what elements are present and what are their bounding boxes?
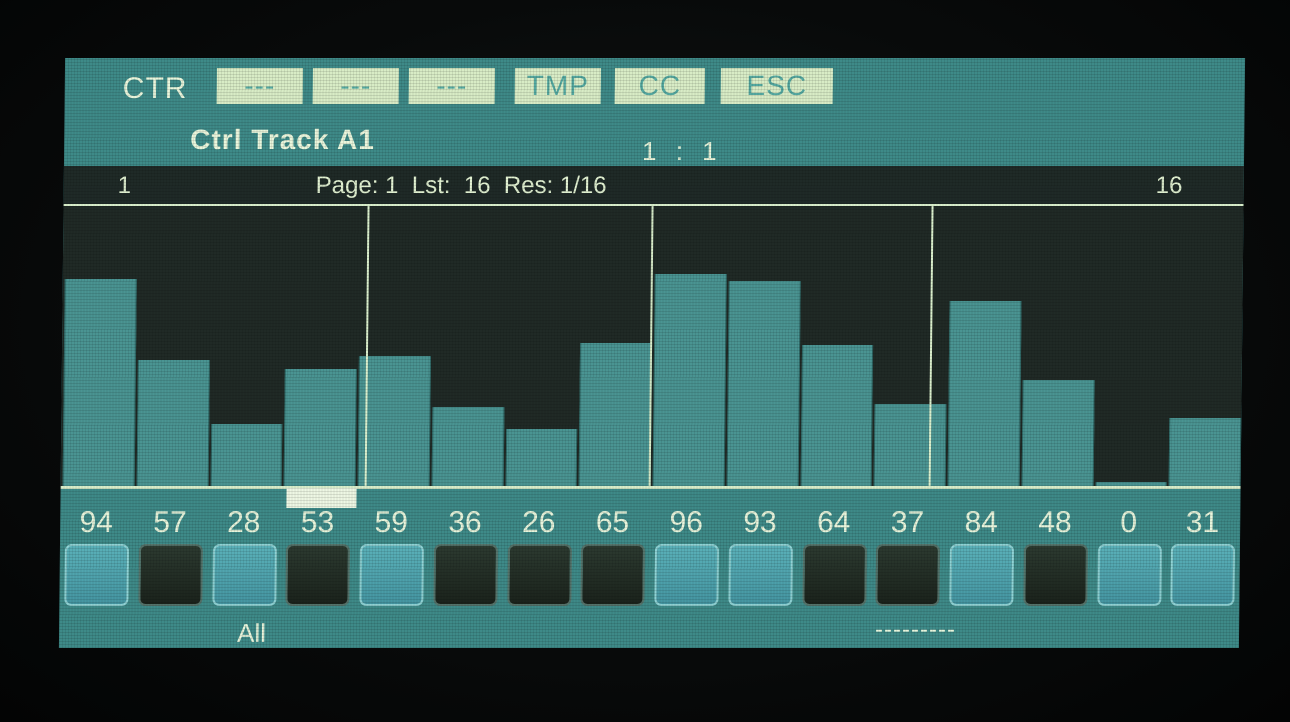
step-pad-11[interactable] xyxy=(801,544,867,606)
step-value-10: 93 xyxy=(743,506,777,539)
step-pad-8[interactable] xyxy=(580,544,646,606)
step-pad-10[interactable] xyxy=(728,544,793,606)
step-value-4: 53 xyxy=(300,506,335,539)
step-bar-6[interactable] xyxy=(431,406,504,486)
step-pad-2[interactable] xyxy=(138,544,203,606)
step-bar-13[interactable] xyxy=(947,300,1022,486)
step-value-3: 28 xyxy=(226,506,261,539)
step-pad-12[interactable] xyxy=(875,544,941,606)
first-step-label: 1 xyxy=(117,172,132,199)
softkey-3[interactable]: --- xyxy=(408,68,495,104)
tmp-button[interactable]: TMP xyxy=(514,68,601,104)
step-bar-4[interactable] xyxy=(283,369,357,486)
step-bar-9[interactable] xyxy=(652,274,727,486)
step-values-row: 94 57 28 53 59 36 26 65 96 93 64 37 84 48 0 31 xyxy=(60,506,1240,546)
step-pad-4[interactable] xyxy=(285,544,351,606)
step-value-14: 48 xyxy=(1038,506,1072,539)
step-pad-14[interactable] xyxy=(1023,544,1088,606)
step-bar-7[interactable] xyxy=(505,428,578,486)
page-info: Page: 1 Lst: 16 Res: 1/16 xyxy=(315,172,607,199)
step-bar-14[interactable] xyxy=(1021,380,1095,486)
cc-button[interactable]: CC xyxy=(614,68,705,104)
step-pad-15[interactable] xyxy=(1096,544,1162,606)
step-value-8: 65 xyxy=(595,506,630,539)
step-bar-8[interactable] xyxy=(578,342,653,486)
step-pad-13[interactable] xyxy=(949,544,1014,606)
step-value-2: 57 xyxy=(153,506,187,539)
step-value-9: 96 xyxy=(669,506,704,539)
step-value-6: 36 xyxy=(448,506,482,539)
step-bar-11[interactable] xyxy=(800,344,874,486)
position-readout: 1 : 1 xyxy=(641,136,723,166)
last-step-label: 16 xyxy=(1155,172,1183,199)
step-pad-5[interactable] xyxy=(359,544,424,606)
track-name: Ctrl Track A1 xyxy=(190,124,376,155)
step-pad-6[interactable] xyxy=(433,544,498,606)
softkey-2[interactable]: --- xyxy=(312,68,399,104)
step-bar-15[interactable] xyxy=(1095,482,1167,486)
step-pad-7[interactable] xyxy=(506,544,572,606)
step-value-16: 31 xyxy=(1185,506,1220,539)
step-cursor xyxy=(286,488,357,508)
step-value-13: 84 xyxy=(964,506,999,539)
step-bar-10[interactable] xyxy=(726,280,801,486)
step-value-1: 94 xyxy=(79,506,114,539)
info-bar: 1 Page: 1 Lst: 16 Res: 1/16 16 xyxy=(63,166,1244,206)
step-bar-16[interactable] xyxy=(1168,417,1242,486)
mode-label: CTR xyxy=(122,72,188,105)
step-bar-3[interactable] xyxy=(210,424,283,486)
step-pad-3[interactable] xyxy=(211,544,277,606)
step-pad-16[interactable] xyxy=(1170,544,1236,606)
step-bar-1[interactable] xyxy=(62,278,137,486)
step-value-7: 26 xyxy=(521,506,556,539)
step-value-graph[interactable] xyxy=(60,206,1244,489)
display-screen: CTR --- --- --- TMP CC ESC Ctrl Track A1… xyxy=(58,58,1246,648)
step-value-12: 37 xyxy=(890,506,925,539)
step-bar-5[interactable] xyxy=(357,355,431,486)
step-bar-2[interactable] xyxy=(136,360,210,486)
step-pad-1[interactable] xyxy=(64,544,129,606)
step-bar-12[interactable] xyxy=(873,404,947,486)
footer-right-label: --------- xyxy=(874,616,957,643)
step-value-15: 0 xyxy=(1120,506,1138,539)
step-value-5: 59 xyxy=(374,506,409,539)
step-pad-9[interactable] xyxy=(654,544,719,606)
footer-left-label: All xyxy=(236,618,267,648)
softkey-1[interactable]: --- xyxy=(216,68,303,104)
esc-button[interactable]: ESC xyxy=(720,68,833,104)
step-value-11: 64 xyxy=(816,506,851,539)
